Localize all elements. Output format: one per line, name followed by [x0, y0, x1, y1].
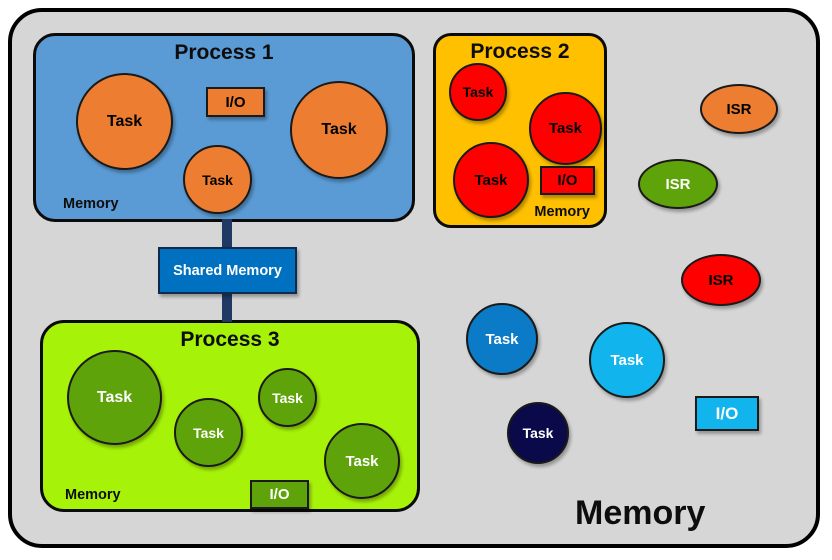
process-1-io-box-1[interactable]: I/O [206, 87, 265, 117]
process-1-memory-label: Memory [63, 196, 119, 212]
io-label: I/O [225, 93, 246, 111]
task-label: Task [96, 388, 133, 406]
task-label: Task [202, 171, 233, 188]
task-label: Task [106, 112, 143, 130]
process-2-task-1[interactable]: Task [449, 63, 507, 121]
process-1-box[interactable]: Process 1 Memory Task Task Task I/O [33, 33, 415, 222]
process-3-task-2[interactable]: Task [174, 398, 243, 467]
process-1-task-2[interactable]: Task [183, 145, 252, 214]
task-label: Task [522, 425, 554, 441]
isr-label: ISR [726, 100, 752, 118]
free-task-circle-5[interactable]: Task [589, 322, 665, 398]
task-label: Task [272, 389, 303, 406]
task-label: Task [548, 120, 583, 137]
process-2-io-box-1[interactable]: I/O [540, 166, 595, 195]
task-label: Task [474, 171, 508, 189]
process-2-memory-label: Memory [534, 204, 590, 220]
io-label: I/O [557, 172, 578, 189]
process-3-task-3[interactable]: Task [258, 368, 317, 427]
task-label: Task [610, 351, 644, 369]
process-2-title: Process 2 [470, 40, 570, 63]
free-task-circle-4[interactable]: Task [466, 303, 538, 375]
free-isr-ellipse-3[interactable]: ISR [681, 254, 761, 306]
process-3-memory-label: Memory [65, 487, 121, 503]
isr-label: ISR [665, 175, 691, 193]
isr-label: ISR [708, 271, 734, 289]
process-2-task-3[interactable]: Task [453, 142, 529, 218]
free-io-box-7[interactable]: I/O [695, 396, 759, 431]
process-1-task-3[interactable]: Task [290, 81, 388, 179]
shared-memory-label: Shared Memory [173, 262, 282, 279]
process-1-task-1[interactable]: Task [76, 73, 173, 170]
process-3-io-box-1[interactable]: I/O [250, 480, 309, 509]
free-isr-ellipse-1[interactable]: ISR [700, 84, 778, 134]
io-label: I/O [269, 486, 290, 503]
process-2-box[interactable]: Process 2 Memory Task Task Task I/O [433, 33, 607, 228]
io-label: I/O [715, 403, 739, 423]
free-task-circle-6[interactable]: Task [507, 402, 569, 464]
task-label: Task [193, 424, 224, 441]
process-2-task-2[interactable]: Task [529, 92, 602, 165]
process-3-task-4[interactable]: Task [324, 423, 400, 499]
outer-memory-label: Memory [575, 494, 706, 532]
free-isr-ellipse-2[interactable]: ISR [638, 159, 718, 209]
process-1-title: Process 1 [174, 41, 274, 64]
task-label: Task [462, 84, 494, 100]
diagram-canvas: Memory Process 1 Memory Task Task Task I/O … [0, 0, 832, 560]
task-label: Task [321, 121, 357, 138]
process-3-box[interactable]: Process 3 Memory Task Task Task Task I/O [40, 320, 420, 512]
task-label: Task [485, 330, 519, 348]
process-3-task-1[interactable]: Task [67, 350, 162, 445]
connector-line-lower [222, 290, 232, 322]
task-label: Task [345, 452, 379, 470]
shared-memory-box[interactable]: Shared Memory [158, 247, 297, 294]
process-3-title: Process 3 [180, 328, 280, 351]
